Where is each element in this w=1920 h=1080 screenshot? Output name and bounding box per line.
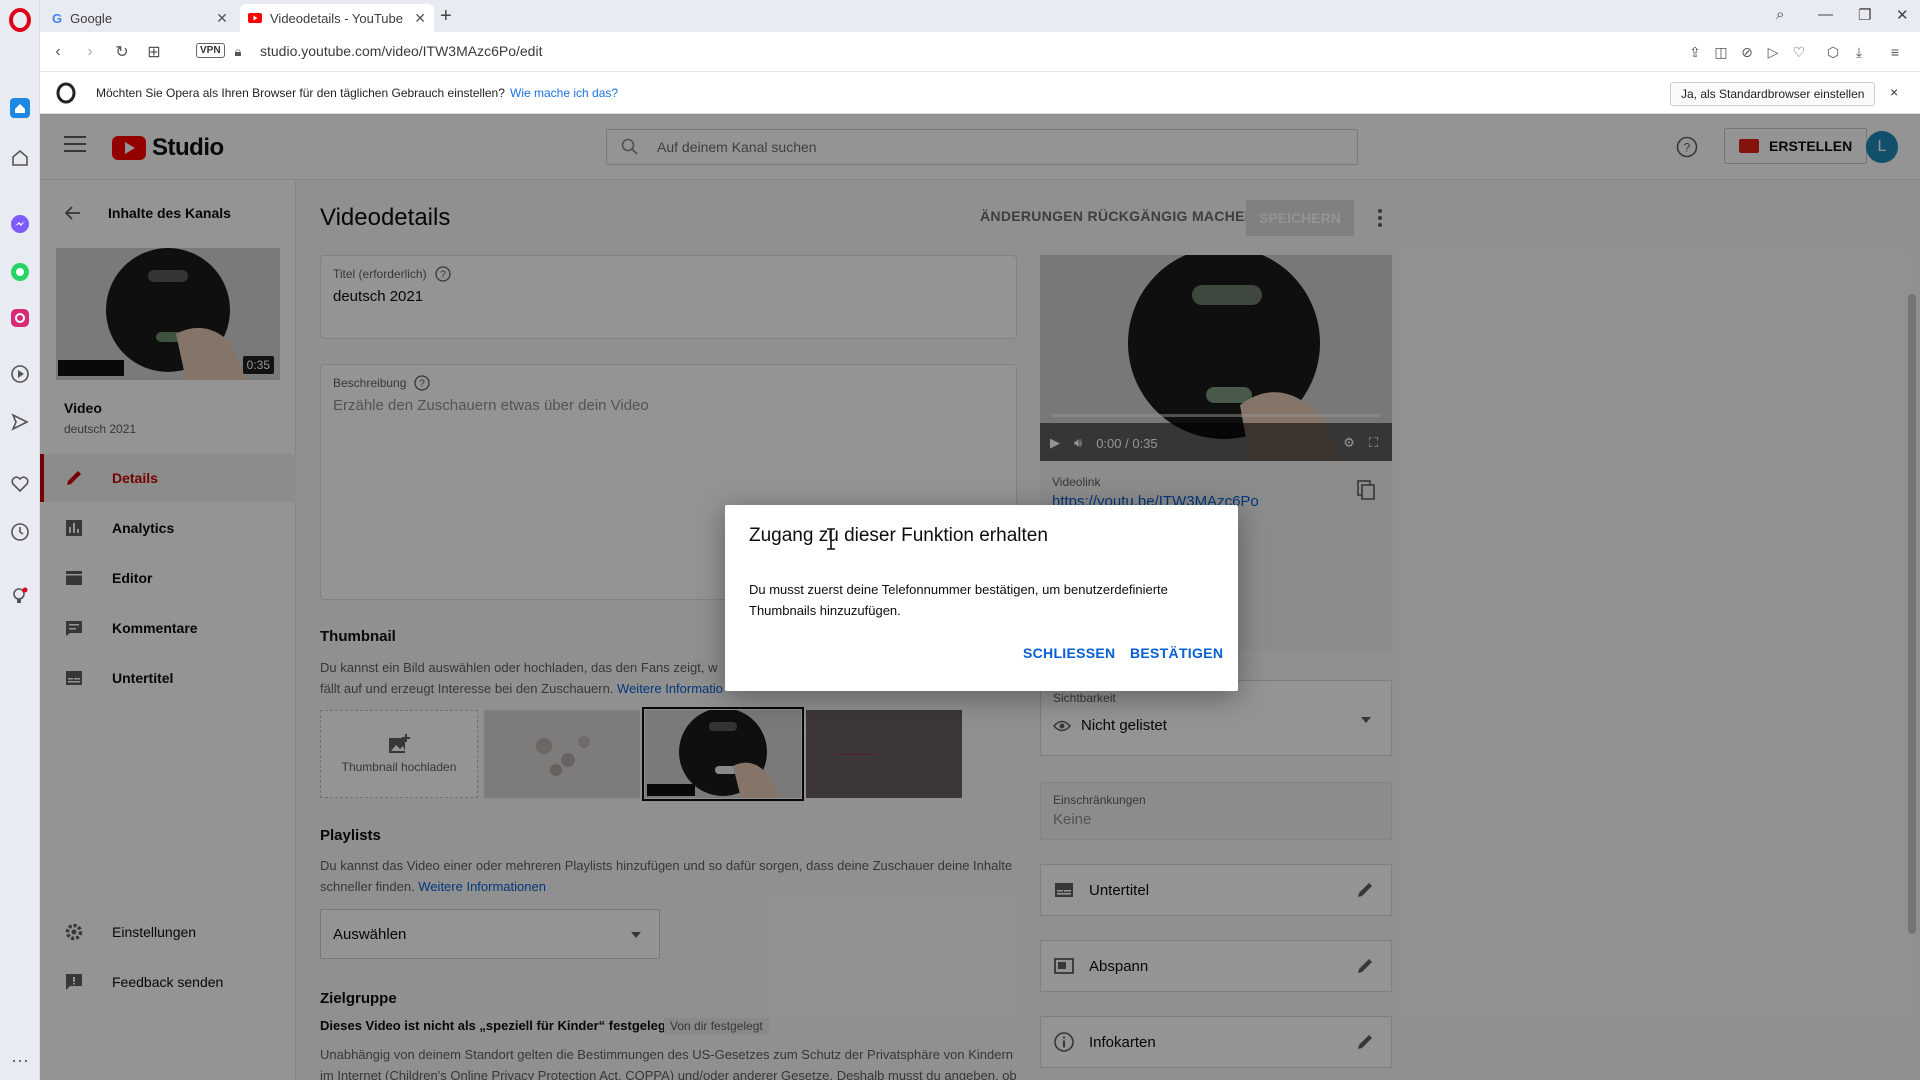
- dialog-close-button[interactable]: SCHLIESSEN: [1023, 645, 1115, 661]
- set-default-browser-button[interactable]: Ja, als Standardbrowser einstellen: [1670, 82, 1876, 106]
- youtube-favicon-icon: [248, 11, 262, 26]
- infobar-close-icon[interactable]: ×: [1890, 84, 1898, 100]
- tab-title: Google: [70, 10, 113, 26]
- play-icon[interactable]: ▷: [1764, 43, 1782, 61]
- dialog-title: Zugang zu dieser Funktion erhalten: [749, 525, 1048, 546]
- camera-icon[interactable]: ◫: [1712, 43, 1730, 61]
- instagram-icon[interactable]: [8, 306, 32, 330]
- close-tab-icon[interactable]: ✕: [414, 10, 426, 27]
- phone-verification-dialog: Zugang zu dieser Funktion erhalten Du mu…: [725, 505, 1238, 691]
- restore-icon[interactable]: ❐: [1858, 6, 1871, 24]
- close-tab-icon[interactable]: ✕: [216, 10, 228, 27]
- forward-icon[interactable]: ›: [80, 42, 100, 62]
- reload-icon[interactable]: ↻: [112, 42, 132, 62]
- vpn-badge[interactable]: VPN: [196, 43, 225, 58]
- lightbulb-icon[interactable]: [8, 584, 32, 608]
- tab-title: Videodetails - YouTube Studio: [270, 10, 406, 26]
- dialog-confirm-button[interactable]: BESTÄTIGEN: [1130, 645, 1223, 661]
- text-cursor-icon: [827, 528, 835, 550]
- whatsapp-icon[interactable]: [8, 260, 32, 284]
- infobar-howto-link[interactable]: Wie mache ich das?: [510, 86, 618, 100]
- tab-videodetails[interactable]: Videodetails - YouTube Studio ✕: [240, 4, 434, 32]
- browser-tabbar: G Google ✕ Videodetails - YouTube Studio…: [40, 0, 1920, 32]
- extensions-icon[interactable]: ⬡: [1824, 43, 1842, 61]
- new-tab-button[interactable]: +: [440, 5, 452, 28]
- menu-icon[interactable]: ≡: [1886, 43, 1904, 61]
- speed-dial-icon[interactable]: [8, 146, 32, 170]
- google-icon: G: [52, 10, 63, 26]
- url-field[interactable]: studio.youtube.com/video/ITW3MAzc6Po/edi…: [260, 43, 542, 59]
- tab-google[interactable]: G Google ✕: [44, 4, 238, 32]
- default-browser-infobar: Möchten Sie Opera als Ihren Browser für …: [40, 72, 1920, 114]
- opera-sidebar: ···: [0, 0, 40, 1080]
- dialog-text: Du musst zuerst deine Telefonnummer best…: [749, 582, 1168, 618]
- minimize-icon[interactable]: —: [1818, 6, 1833, 23]
- back-icon[interactable]: ‹: [48, 42, 68, 62]
- address-bar: ‹ › ↻ ⊞ VPN 🔒︎ studio.youtube.com/video/…: [40, 32, 1920, 72]
- infobar-message: Möchten Sie Opera als Ihren Browser für …: [96, 86, 505, 100]
- lock-icon[interactable]: 🔒︎: [228, 42, 248, 62]
- send-icon[interactable]: [8, 410, 32, 434]
- opera-logo-icon[interactable]: [8, 8, 32, 32]
- opera-logo-icon: [56, 82, 76, 104]
- messenger-icon[interactable]: [8, 212, 32, 236]
- history-icon[interactable]: [8, 520, 32, 544]
- download-icon[interactable]: ⤓: [1850, 43, 1868, 61]
- heart-icon[interactable]: [8, 472, 32, 496]
- search-tabs-icon[interactable]: ⌕: [1776, 6, 1784, 23]
- window-close-icon[interactable]: ✕: [1896, 6, 1909, 24]
- tabs-grid-icon[interactable]: ⊞: [144, 42, 164, 62]
- home-icon[interactable]: [8, 96, 32, 120]
- adblock-icon[interactable]: ⊘: [1738, 43, 1756, 61]
- player-icon[interactable]: [8, 362, 32, 386]
- share-icon[interactable]: ⇪: [1686, 43, 1704, 61]
- more-dots-icon[interactable]: ···: [8, 1048, 32, 1072]
- bookmark-heart-icon[interactable]: ♡: [1790, 43, 1808, 61]
